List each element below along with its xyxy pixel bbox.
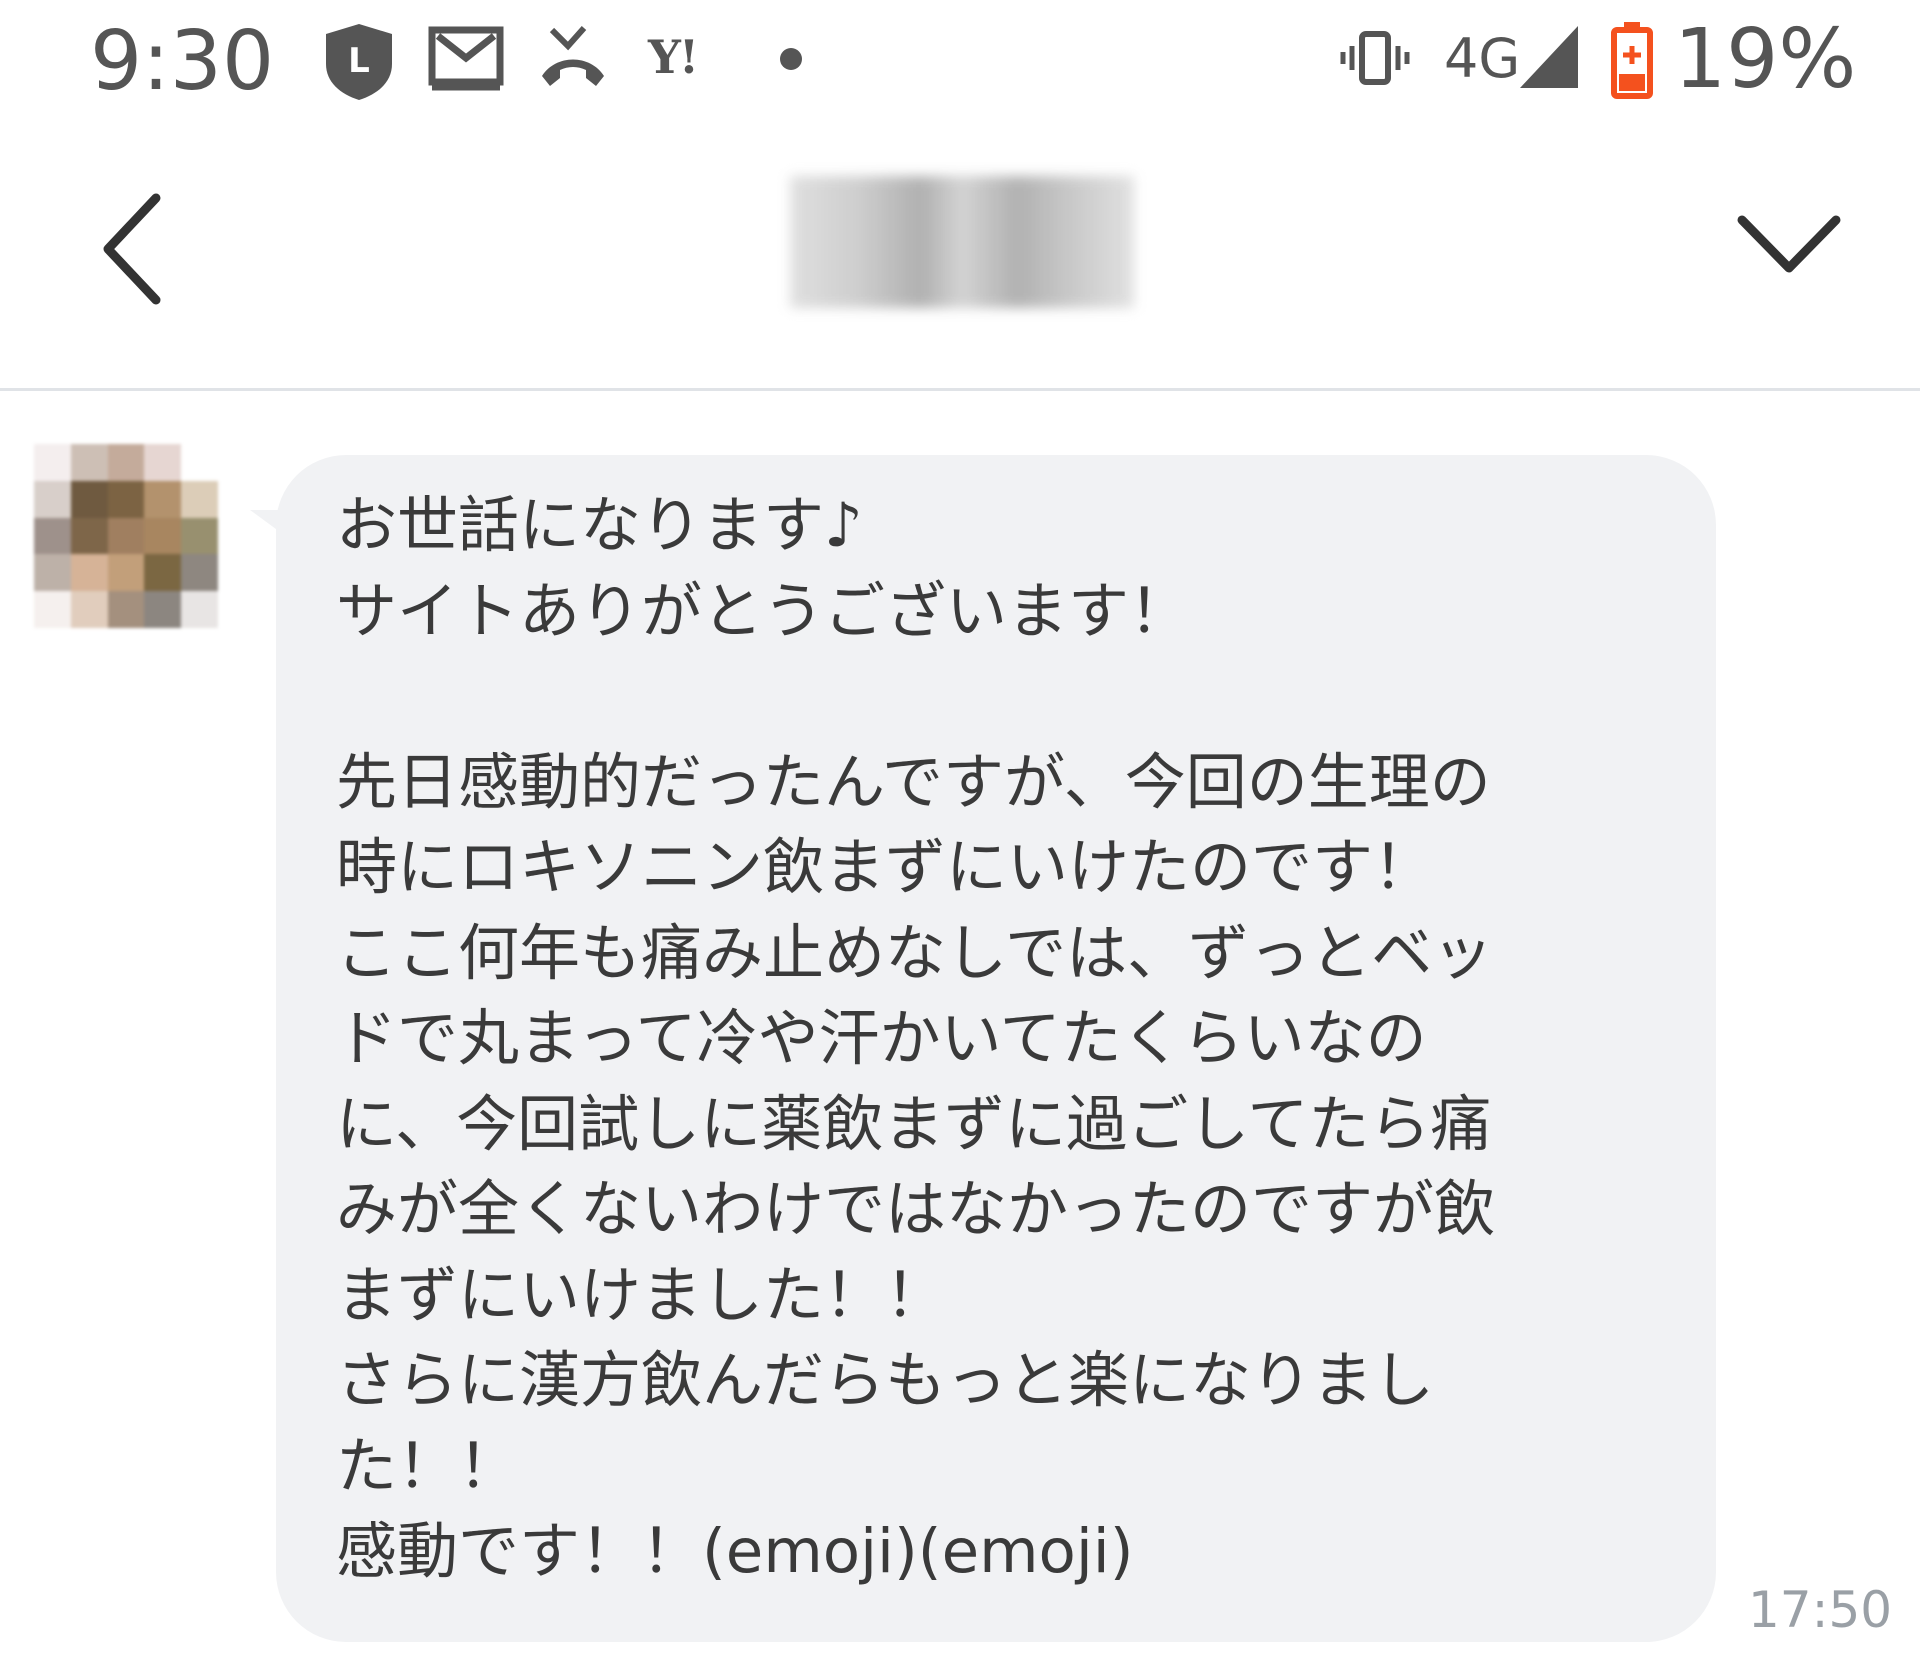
contact-name-redacted [790,176,1134,308]
mail-icon [428,22,504,92]
network-type: 4G [1444,27,1521,90]
more-dot-icon [780,48,802,70]
message-timestamp: 17:50 [1748,1581,1893,1639]
message-text: お世話になります♪ サイトありがとうございます！ 先日感動的だったんですが、今回… [336,490,1496,1587]
battery-icon [1610,20,1654,100]
svg-text:L: L [348,41,370,81]
status-bar: 9:30 L Y! 4G 19% [0,0,1920,124]
chat-header [0,124,1920,391]
chevron-left-icon [86,184,186,314]
vibrate-icon [1340,22,1410,94]
message-bubble[interactable]: お世話になります♪ サイトありがとうございます！ 先日感動的だったんですが、今回… [276,455,1716,1642]
yahoo-icon: Y! [648,30,699,84]
header-menu-button[interactable] [1734,206,1844,286]
chevron-down-icon [1734,206,1844,286]
back-button[interactable] [86,184,186,314]
missed-call-icon [538,22,608,94]
line-icon: L [322,22,396,102]
signal-icon [1518,22,1580,92]
battery-percentage: 19% [1674,12,1857,107]
status-time: 9:30 [90,14,275,109]
avatar[interactable] [34,444,218,628]
